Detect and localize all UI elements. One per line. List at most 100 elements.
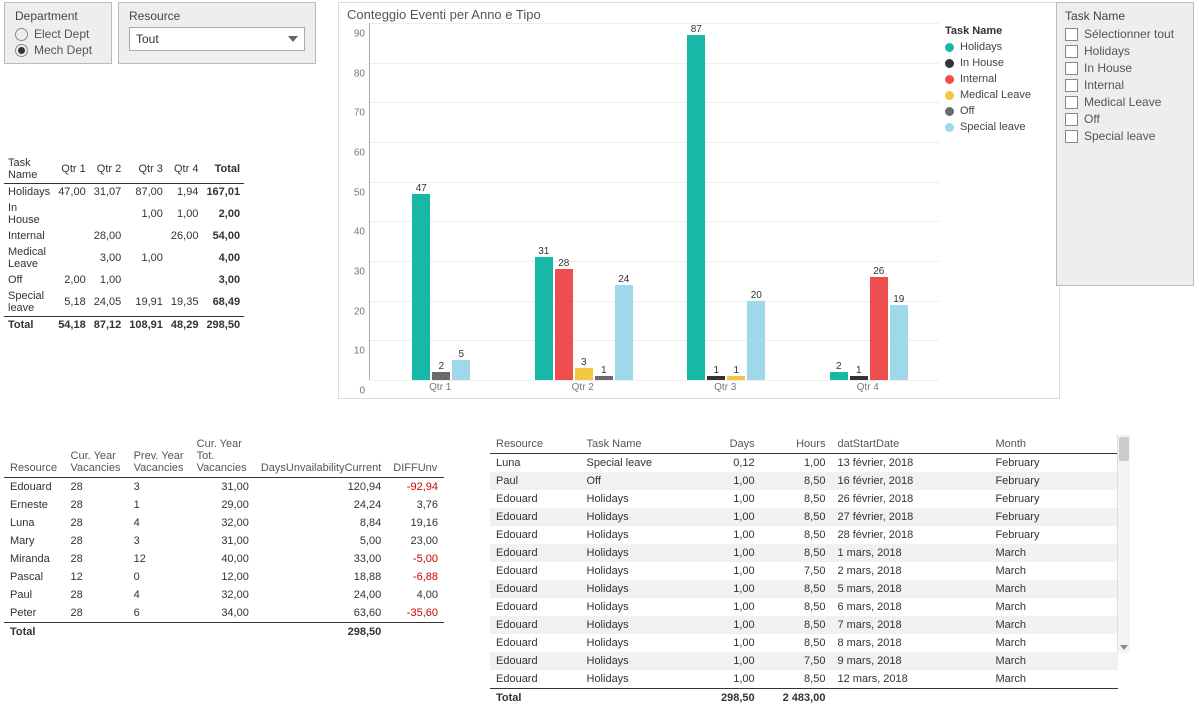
task-slicer-item[interactable]: In House [1065, 61, 1185, 75]
department-slicer-title: Department [15, 9, 101, 23]
table-row[interactable]: EdouardHolidays1,008,508 mars, 2018March [490, 634, 1118, 652]
radio-icon [15, 28, 28, 41]
task-quarter-matrix: Task NameQtr 1Qtr 2Qtr 3Qtr 4Total Holid… [4, 155, 234, 333]
vacancies-total-cell [128, 623, 191, 642]
details-cell: March [989, 544, 1118, 562]
legend-swatch-icon [945, 75, 954, 84]
scroll-down-icon[interactable] [1118, 641, 1130, 653]
legend-item[interactable]: In House [945, 57, 1055, 69]
details-cell: 8 mars, 2018 [831, 634, 989, 652]
chart-bar[interactable]: 31 [535, 257, 553, 380]
resource-selected: Tout [136, 32, 159, 46]
table-row[interactable]: EdouardHolidays1,008,5026 février, 2018F… [490, 490, 1118, 508]
chart-bar[interactable]: 87 [687, 35, 705, 380]
matrix-row-name: In House [4, 200, 54, 228]
details-cell: 8,50 [761, 670, 832, 689]
task-slicer-item[interactable]: Holidays [1065, 44, 1185, 58]
chart-bar[interactable]: 1 [595, 376, 613, 380]
chart-bar[interactable]: 26 [870, 277, 888, 380]
chart-bar[interactable]: 5 [452, 360, 470, 380]
task-slicer-item[interactable]: Special leave [1065, 129, 1185, 143]
vacancies-cell: 23,00 [387, 532, 444, 550]
matrix-row-name: Internal [4, 228, 54, 244]
legend-item[interactable]: Holidays [945, 41, 1055, 53]
task-slicer-item[interactable]: Medical Leave [1065, 95, 1185, 109]
matrix-header[interactable]: Qtr 2 [90, 155, 126, 184]
task-slicer-item[interactable]: Internal [1065, 78, 1185, 92]
chart-bar[interactable]: 1 [850, 376, 868, 380]
details-cell: Holidays [581, 544, 690, 562]
department-option[interactable]: Elect Dept [15, 27, 101, 41]
details-header[interactable]: datStartDate [831, 435, 989, 454]
details-cell: 1,00 [690, 472, 761, 490]
details-cell: 12 mars, 2018 [831, 670, 989, 689]
chart-bar[interactable]: 2 [830, 372, 848, 380]
vacancies-header[interactable]: Resource [4, 435, 65, 478]
legend-item[interactable]: Internal [945, 73, 1055, 85]
table-row[interactable]: EdouardHolidays1,008,5027 février, 2018F… [490, 508, 1118, 526]
chart-bar[interactable]: 2 [432, 372, 450, 380]
task-slicer-item[interactable]: Off [1065, 112, 1185, 126]
chart-bar-label: 31 [538, 246, 549, 257]
details-header[interactable]: Hours [761, 435, 832, 454]
vacancies-cell: 28 [65, 496, 128, 514]
table-row[interactable]: PaulOff1,008,5016 février, 2018February [490, 472, 1118, 490]
details-header[interactable]: Month [989, 435, 1118, 454]
scroll-thumb[interactable] [1119, 437, 1129, 461]
table-row[interactable]: EdouardHolidays1,007,502 mars, 2018March [490, 562, 1118, 580]
task-slicer-item[interactable]: Sélectionner tout [1065, 27, 1185, 41]
matrix-cell: 1,00 [90, 272, 126, 288]
vacancies-total-cell: 298,50 [255, 623, 387, 642]
matrix-header[interactable]: Total [202, 155, 244, 184]
matrix-cell [90, 200, 126, 228]
department-option[interactable]: Mech Dept [15, 43, 101, 57]
resource-dropdown[interactable]: Tout [129, 27, 305, 51]
details-cell: Off [581, 472, 690, 490]
table-row[interactable]: EdouardHolidays1,007,509 mars, 2018March [490, 652, 1118, 670]
table-row[interactable]: EdouardHolidays1,008,507 mars, 2018March [490, 616, 1118, 634]
vacancies-header[interactable]: Cur. Year Tot. Vacancies [191, 435, 255, 478]
details-header[interactable]: Days [690, 435, 761, 454]
details-cell: 1,00 [690, 544, 761, 562]
grid-line [370, 23, 939, 24]
chart-y-axis: 0102030405060708090 [339, 23, 369, 380]
details-cell: 7 mars, 2018 [831, 616, 989, 634]
vacancies-header[interactable]: DIFFUnv [387, 435, 444, 478]
matrix-cell: 87,00 [125, 184, 167, 201]
legend-item[interactable]: Special leave [945, 121, 1055, 133]
vacancies-header[interactable]: Cur. Year Vacancies [65, 435, 128, 478]
chart-bar[interactable]: 47 [412, 194, 430, 380]
vacancies-header[interactable]: Prev. Year Vacancies [128, 435, 191, 478]
chart-bar[interactable]: 1 [707, 376, 725, 380]
table-row[interactable]: EdouardHolidays1,008,501 mars, 2018March [490, 544, 1118, 562]
chart-bar[interactable]: 20 [747, 301, 765, 380]
details-cell: Holidays [581, 634, 690, 652]
task-name-slicer-title: Task Name [1065, 9, 1185, 23]
vacancies-header[interactable]: DaysUnvailabilityCurrent [255, 435, 387, 478]
table-row[interactable]: LunaSpecial leave0,121,0013 février, 201… [490, 454, 1118, 473]
chart-bar[interactable]: 24 [615, 285, 633, 380]
table-row[interactable]: EdouardHolidays1,008,5028 février, 2018F… [490, 526, 1118, 544]
matrix-header[interactable]: Qtr 4 [167, 155, 203, 184]
vacancies-cell: Luna [4, 514, 65, 532]
chart-bar[interactable]: 19 [890, 305, 908, 380]
x-tick-label: Qtr 2 [572, 382, 594, 393]
details-header[interactable]: Task Name [581, 435, 690, 454]
details-cell: 8,50 [761, 634, 832, 652]
chart-bar[interactable]: 1 [727, 376, 745, 380]
details-header[interactable]: Resource [490, 435, 581, 454]
legend-item[interactable]: Medical Leave [945, 89, 1055, 101]
checkbox-icon [1065, 45, 1078, 58]
matrix-cell: 28,00 [90, 228, 126, 244]
matrix-header[interactable]: Qtr 3 [125, 155, 167, 184]
vacancies-cell: 5,00 [255, 532, 387, 550]
legend-item[interactable]: Off [945, 105, 1055, 117]
chart-bar[interactable]: 3 [575, 368, 593, 380]
table-row[interactable]: EdouardHolidays1,008,5012 mars, 2018Marc… [490, 670, 1118, 689]
details-scrollbar[interactable] [1117, 435, 1130, 653]
chart-bar[interactable]: 28 [555, 269, 573, 380]
matrix-header[interactable]: Task Name [4, 155, 54, 184]
table-row[interactable]: EdouardHolidays1,008,506 mars, 2018March [490, 598, 1118, 616]
table-row[interactable]: EdouardHolidays1,008,505 mars, 2018March [490, 580, 1118, 598]
matrix-header[interactable]: Qtr 1 [54, 155, 90, 184]
